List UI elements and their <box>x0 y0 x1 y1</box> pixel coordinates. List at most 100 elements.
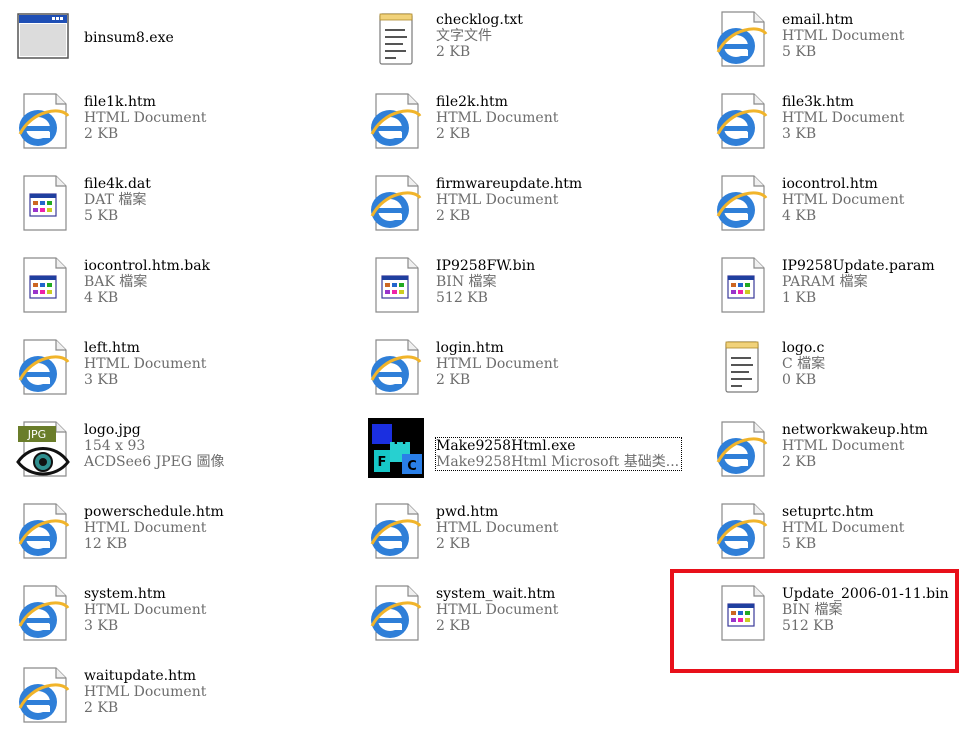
file-type: BIN 檔案 <box>436 274 497 290</box>
file-item[interactable]: iocontrol.htm.bak BAK 檔案 4 KB <box>0 248 330 324</box>
file-item[interactable]: file3k.htm HTML Document 3 KB <box>698 84 959 160</box>
file-label: binsum8.exe <box>84 30 174 46</box>
file-name: IP9258FW.bin <box>436 258 536 274</box>
file-size: 2 KB <box>436 208 471 224</box>
ie-html-icon <box>368 90 424 150</box>
file-item[interactable]: iocontrol.htm HTML Document 4 KB <box>698 166 959 242</box>
file-type: HTML Document <box>436 110 559 126</box>
ie-html-icon <box>368 172 424 232</box>
ie-html-icon <box>16 90 72 150</box>
file-name: logo.jpg <box>84 422 141 438</box>
file-name: system_wait.htm <box>436 586 556 602</box>
file-type: HTML Document <box>436 192 559 208</box>
file-type: HTML Document <box>436 602 559 618</box>
file-item[interactable]: pwd.htm HTML Document 2 KB <box>352 494 682 570</box>
file-name: file3k.htm <box>782 94 854 110</box>
file-name: system.htm <box>84 586 166 602</box>
ie-html-icon <box>16 500 72 560</box>
file-item[interactable]: networkwakeup.htm HTML Document 2 KB <box>698 412 959 488</box>
generic-file-icon <box>16 172 72 232</box>
file-size: 5 KB <box>782 44 817 60</box>
file-item[interactable]: login.htm HTML Document 2 KB <box>352 330 682 406</box>
ie-html-icon <box>368 336 424 396</box>
file-label: left.htm HTML Document 3 KB <box>84 340 206 388</box>
file-name: login.htm <box>436 340 504 356</box>
file-label: logo.c C 檔案 0 KB <box>782 340 825 388</box>
ie-html-icon <box>16 336 72 396</box>
file-item[interactable]: JPG logo.jpg 154 x 93 ACDSee6 JPEG 圖像 <box>0 412 330 488</box>
file-size: 2 KB <box>436 536 471 552</box>
ie-html-icon <box>368 582 424 642</box>
file-size: 2 KB <box>436 126 471 142</box>
file-label: login.htm HTML Document 2 KB <box>436 340 558 388</box>
file-item[interactable]: firmwareupdate.htm HTML Document 2 KB <box>352 166 682 242</box>
file-item[interactable]: M F C Make9258Html.exe Make9258Html Microsof… <box>352 412 683 488</box>
svg-text:JPG: JPG <box>27 428 46 441</box>
file-label: file4k.dat DAT 檔案 5 KB <box>84 176 151 224</box>
file-type: DAT 檔案 <box>84 192 147 208</box>
ie-html-icon <box>16 582 72 642</box>
file-name: firmwareupdate.htm <box>436 176 583 192</box>
file-item[interactable]: powerschedule.htm HTML Document 12 KB <box>0 494 330 570</box>
file-name: email.htm <box>782 12 854 28</box>
file-type: HTML Document <box>782 520 905 536</box>
file-name: iocontrol.htm <box>782 176 878 192</box>
file-type: HTML Document <box>436 520 559 536</box>
file-item[interactable]: left.htm HTML Document 3 KB <box>0 330 330 406</box>
file-item[interactable]: logo.c C 檔案 0 KB <box>698 330 959 406</box>
file-label: file3k.htm HTML Document 3 KB <box>782 94 904 142</box>
file-size: 3 KB <box>84 618 119 634</box>
file-size: ACDSee6 JPEG 圖像 <box>84 454 225 470</box>
file-type: HTML Document <box>782 28 905 44</box>
file-item[interactable]: file2k.htm HTML Document 2 KB <box>352 84 682 160</box>
file-label: Make9258Html.exe Make9258Html Microsoft 基… <box>434 437 683 471</box>
file-type: HTML Document <box>782 438 905 454</box>
window-exe-icon <box>16 8 72 68</box>
file-item[interactable]: waitupdate.htm HTML Document 2 KB <box>0 658 330 734</box>
generic-file-icon <box>16 254 72 314</box>
file-item[interactable]: binsum8.exe <box>0 2 330 78</box>
file-type: HTML Document <box>84 356 207 372</box>
file-item[interactable]: file1k.htm HTML Document 2 KB <box>0 84 330 160</box>
mfc-app-icon: MF C <box>368 418 424 478</box>
file-item[interactable]: email.htm HTML Document 5 KB <box>698 2 959 78</box>
file-type: C 檔案 <box>782 356 826 372</box>
file-item[interactable]: system_wait.htm HTML Document 2 KB <box>352 576 682 652</box>
file-name: IP9258Update.param <box>782 258 935 274</box>
acdsee-jpeg-icon: JPG <box>16 418 72 478</box>
file-size: 1 KB <box>782 290 817 306</box>
file-size: 2 KB <box>436 44 471 60</box>
file-label: IP9258FW.bin BIN 檔案 512 KB <box>436 258 535 306</box>
file-item[interactable]: IP9258Update.param PARAM 檔案 1 KB <box>698 248 959 324</box>
file-label: system.htm HTML Document 3 KB <box>84 586 206 634</box>
file-name: file4k.dat <box>84 176 151 192</box>
file-item[interactable]: setuprtc.htm HTML Document 5 KB <box>698 494 959 570</box>
file-size: 5 KB <box>84 208 119 224</box>
file-size: 2 KB <box>782 454 817 470</box>
file-type: HTML Document <box>436 356 559 372</box>
file-size: 4 KB <box>84 290 119 306</box>
file-size: 4 KB <box>782 208 817 224</box>
file-label: email.htm HTML Document 5 KB <box>782 12 904 60</box>
file-name: checklog.txt <box>436 12 523 28</box>
file-size: 512 KB <box>436 290 488 306</box>
file-item[interactable]: file4k.dat DAT 檔案 5 KB <box>0 166 330 242</box>
highlight-box <box>670 569 959 673</box>
file-label: logo.jpg 154 x 93 ACDSee6 JPEG 圖像 <box>84 422 224 470</box>
file-name: Make9258Html.exe <box>436 438 576 454</box>
ie-html-icon <box>714 90 770 150</box>
file-size: 3 KB <box>84 372 119 388</box>
file-item[interactable]: checklog.txt 文字文件 2 KB <box>352 2 682 78</box>
file-name: pwd.htm <box>436 504 499 520</box>
file-type: 文字文件 <box>436 28 492 44</box>
file-label: waitupdate.htm HTML Document 2 KB <box>84 668 206 716</box>
file-type: Make9258Html Microsoft 基础类... <box>436 454 680 470</box>
svg-text:C: C <box>407 459 417 474</box>
file-size: 2 KB <box>84 126 119 142</box>
file-item[interactable]: system.htm HTML Document 3 KB <box>0 576 330 652</box>
file-label: pwd.htm HTML Document 2 KB <box>436 504 558 552</box>
file-size: 3 KB <box>782 126 817 142</box>
file-type: PARAM 檔案 <box>782 274 868 290</box>
file-label: firmwareupdate.htm HTML Document 2 KB <box>436 176 582 224</box>
file-item[interactable]: IP9258FW.bin BIN 檔案 512 KB <box>352 248 682 324</box>
